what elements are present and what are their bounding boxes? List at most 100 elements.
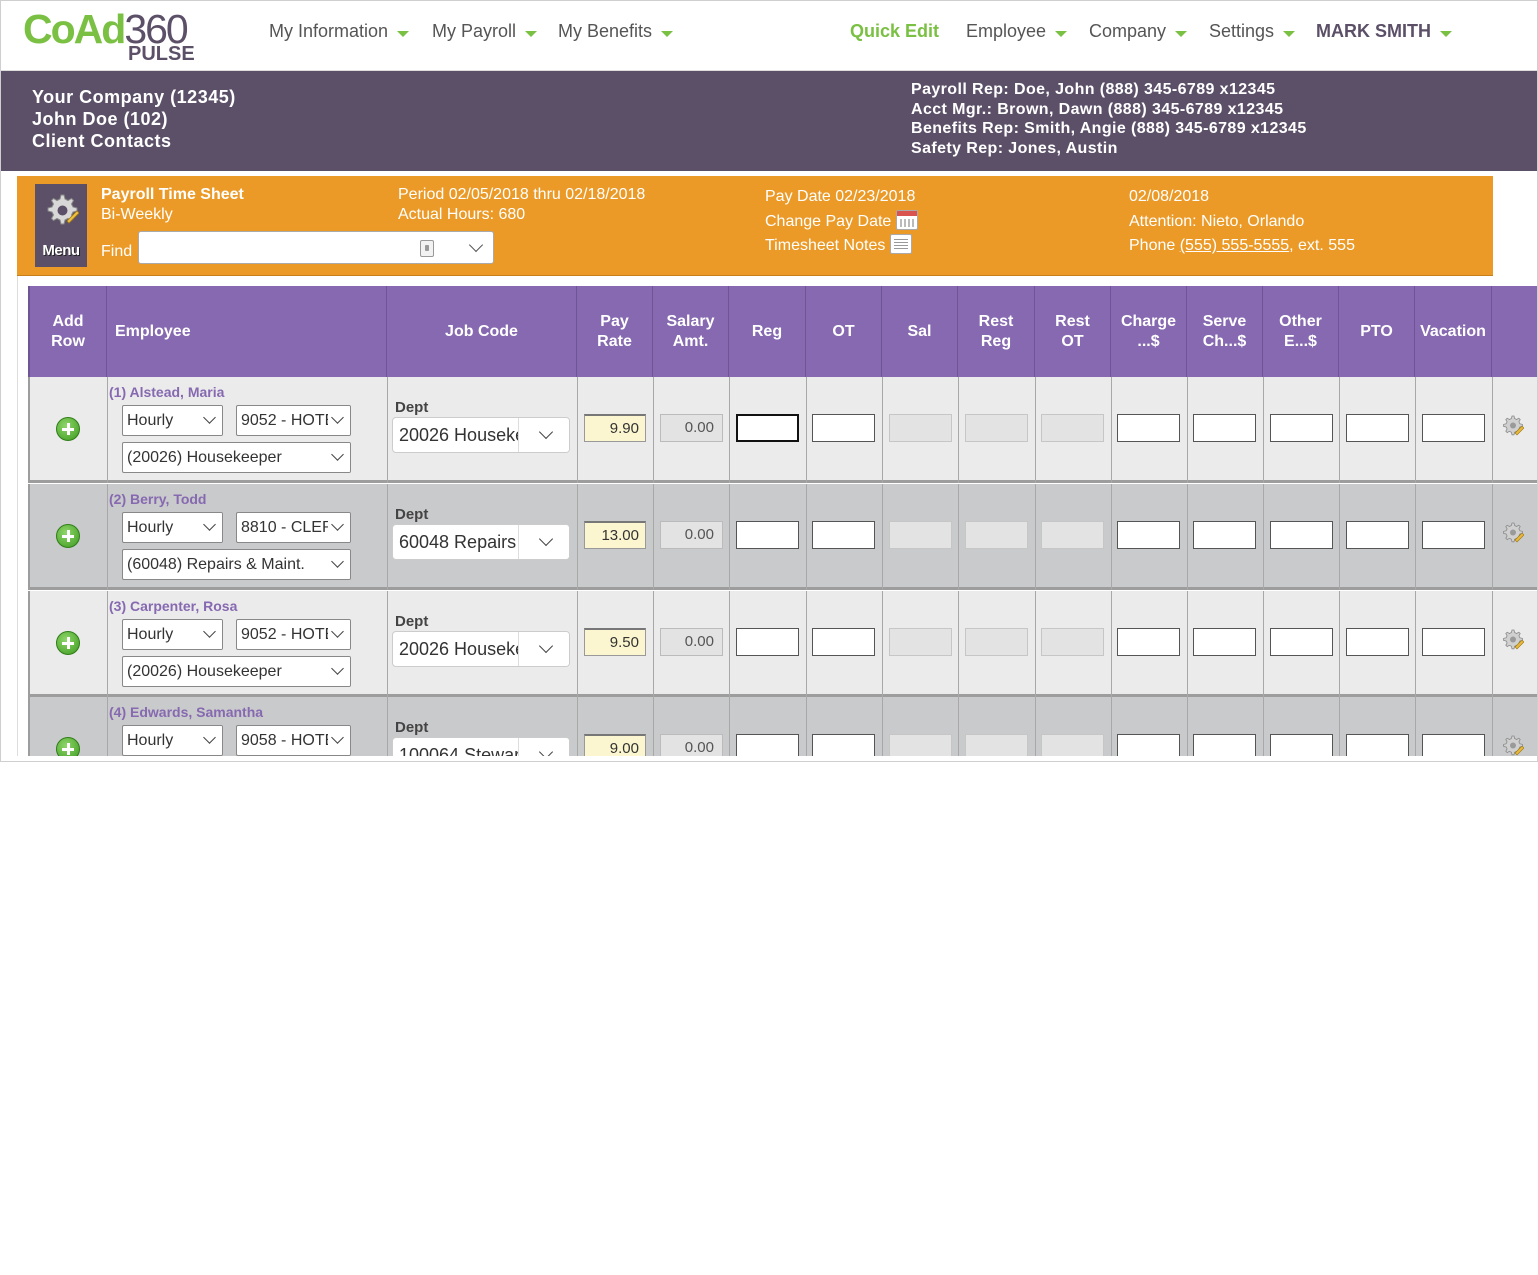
employee-name-link[interactable]: (2) Berry, Todd xyxy=(109,491,207,507)
dept-select[interactable]: 20026 Housekeeping xyxy=(392,417,570,453)
pay-rate-input[interactable]: 9.00 xyxy=(584,734,646,756)
change-pay-date-link[interactable]: Change Pay Date xyxy=(765,209,919,235)
ot-hours-input[interactable] xyxy=(812,414,875,442)
client-contacts-link[interactable]: Client Contacts xyxy=(32,130,236,152)
reg-hours-input[interactable] xyxy=(736,734,799,756)
col-employee[interactable]: Employee xyxy=(107,286,387,377)
coad360-logo[interactable]: CoAd360 PULSE xyxy=(23,7,198,65)
employee-name-link[interactable]: (1) Alstead, Maria xyxy=(109,384,224,400)
column-divider xyxy=(806,377,807,483)
vacation-input[interactable] xyxy=(1422,734,1485,756)
nav-my-payroll[interactable]: My Payroll xyxy=(432,21,538,42)
reg-hours-input[interactable] xyxy=(736,628,799,656)
position-select[interactable]: (60048) Repairs & Maint. xyxy=(122,549,351,580)
notepad-icon[interactable] xyxy=(890,234,913,254)
employee-name-link[interactable]: (3) Carpenter, Rosa xyxy=(109,598,237,614)
nav-settings[interactable]: Settings xyxy=(1209,21,1296,42)
timesheet-header: Menu Payroll Time Sheet Bi-Weekly Find P… xyxy=(17,176,1493,276)
pay-type-select[interactable]: Hourly xyxy=(122,725,223,756)
pay-type-select[interactable]: Hourly xyxy=(122,405,223,436)
nav-quick-edit[interactable]: Quick Edit xyxy=(850,21,939,42)
add-row-plus-icon[interactable] xyxy=(56,524,80,548)
column-divider xyxy=(1035,697,1036,756)
chevron-down-icon[interactable] xyxy=(469,237,484,253)
other-earnings-input[interactable] xyxy=(1270,521,1333,549)
nav-my-benefits[interactable]: My Benefits xyxy=(558,21,674,42)
pto-input[interactable] xyxy=(1346,628,1409,656)
other-earnings-input[interactable] xyxy=(1270,414,1333,442)
other-earnings-input[interactable] xyxy=(1270,628,1333,656)
pay-type-select[interactable]: Hourly xyxy=(122,619,223,650)
other-earnings-input[interactable] xyxy=(1270,734,1333,756)
pay-rate-input[interactable]: 9.90 xyxy=(584,414,646,442)
column-divider xyxy=(387,377,388,483)
charge-input[interactable] xyxy=(1117,414,1180,442)
vacation-input[interactable] xyxy=(1422,521,1485,549)
caret-down-icon xyxy=(1440,30,1452,37)
nav-my-information[interactable]: My Information xyxy=(269,21,410,42)
id-card-icon[interactable] xyxy=(420,240,435,257)
timesheet-title: Payroll Time Sheet xyxy=(101,186,244,203)
vacation-input[interactable] xyxy=(1422,628,1485,656)
nav-company[interactable]: Company xyxy=(1089,21,1188,42)
dept-select[interactable]: 100064 Steward xyxy=(392,737,570,756)
pto-input[interactable] xyxy=(1346,414,1409,442)
workers-comp-select[interactable]: 9052 - HOTEL xyxy=(236,619,351,650)
dept-select[interactable]: 20026 Housekeeping xyxy=(392,631,570,667)
timesheet-notes-link[interactable]: Timesheet Notes xyxy=(765,234,918,259)
gear-edit-icon[interactable] xyxy=(1500,733,1524,756)
gear-edit-icon[interactable] xyxy=(1500,627,1524,651)
position-select[interactable]: (20026) Housekeeper xyxy=(122,656,351,687)
col-ot: OT xyxy=(806,286,882,377)
menu-button[interactable]: Menu xyxy=(35,184,87,267)
add-row-plus-icon[interactable] xyxy=(56,737,80,756)
calendar-icon[interactable] xyxy=(896,209,919,230)
charge-input[interactable] xyxy=(1117,734,1180,756)
reg-hours-input[interactable] xyxy=(736,414,799,442)
column-divider xyxy=(1415,484,1416,590)
serve-charge-input[interactable] xyxy=(1193,628,1256,656)
reg-hours-input[interactable] xyxy=(736,521,799,549)
select-value: (20026) Housekeeper xyxy=(127,663,282,680)
serve-charge-input[interactable] xyxy=(1193,734,1256,756)
nav-label: My Payroll xyxy=(432,21,517,41)
gear-edit-icon[interactable] xyxy=(1500,413,1524,437)
gear-edit-icon[interactable] xyxy=(1500,520,1524,544)
nav-user-menu[interactable]: MARK SMITH xyxy=(1316,21,1452,42)
charge-input[interactable] xyxy=(1117,628,1180,656)
employee-name-link[interactable]: (4) Edwards, Samantha xyxy=(109,704,263,720)
salary-amount-field: 0.00 xyxy=(660,521,723,549)
phone-line: Phone (555) 555-5555, ext. 555 xyxy=(1129,234,1355,259)
workers-comp-select[interactable]: 9058 - HOTEL xyxy=(236,725,351,756)
column-divider xyxy=(1187,697,1188,756)
add-row-plus-icon[interactable] xyxy=(56,417,80,441)
workers-comp-select[interactable]: 8810 - CLERICAL xyxy=(236,512,351,543)
position-select[interactable]: (20026) Housekeeper xyxy=(122,442,351,473)
timesheet-notes-label: Timesheet Notes xyxy=(765,237,886,254)
pto-input[interactable] xyxy=(1346,734,1409,756)
find-employee-select[interactable] xyxy=(138,231,495,264)
pto-input[interactable] xyxy=(1346,521,1409,549)
pay-rate-input[interactable]: 9.50 xyxy=(584,628,646,656)
ot-hours-input[interactable] xyxy=(812,734,875,756)
timesheet-grid-container[interactable]: Add Row Employee Job Code Pay Rate Salary A… xyxy=(17,276,1537,756)
pay-type-select[interactable]: Hourly xyxy=(122,512,223,543)
find-label: Find xyxy=(101,242,133,260)
phone-link[interactable]: (555) 555-5555 xyxy=(1180,237,1289,254)
add-row-plus-icon[interactable] xyxy=(56,631,80,655)
col-salary-amt: Salary Amt. xyxy=(653,286,729,377)
dept-select[interactable]: 60048 Repairs & Maint. xyxy=(392,524,570,560)
current-user[interactable]: John Doe (102) xyxy=(32,108,236,130)
workers-comp-select[interactable]: 9052 - HOTEL xyxy=(236,405,351,436)
company-name[interactable]: Your Company (12345) xyxy=(32,86,236,108)
ot-hours-input[interactable] xyxy=(812,521,875,549)
ot-hours-input[interactable] xyxy=(812,628,875,656)
charge-input[interactable] xyxy=(1117,521,1180,549)
vacation-input[interactable] xyxy=(1422,414,1485,442)
nav-employee[interactable]: Employee xyxy=(966,21,1068,42)
pay-rate-input[interactable]: 13.00 xyxy=(584,521,646,549)
col-job-code[interactable]: Job Code xyxy=(387,286,577,377)
serve-charge-input[interactable] xyxy=(1193,414,1256,442)
serve-charge-input[interactable] xyxy=(1193,521,1256,549)
payroll-rep: Payroll Rep: Doe, John (888) 345-6789 x1… xyxy=(911,81,1276,98)
